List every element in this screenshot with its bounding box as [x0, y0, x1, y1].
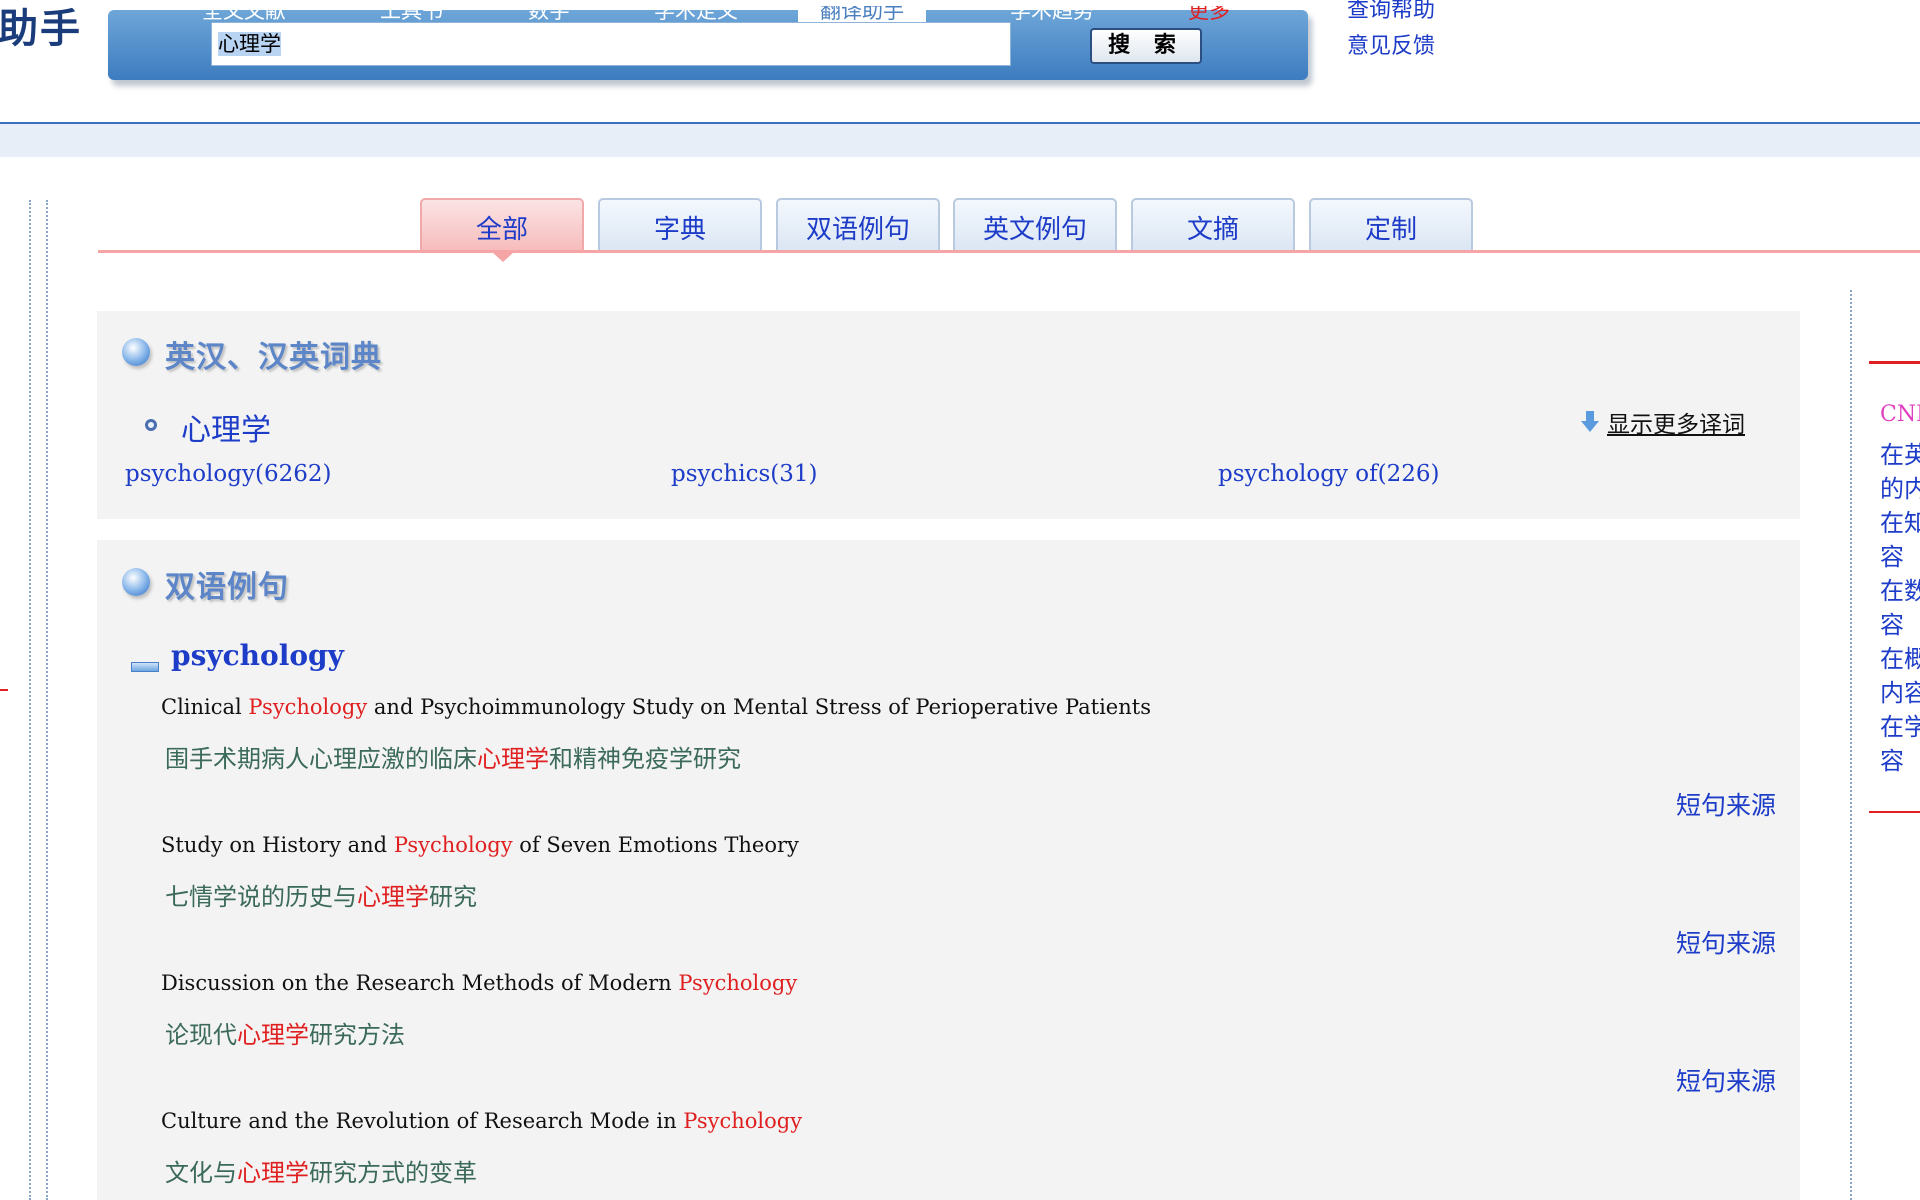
example-chinese: 文化与心理学研究方式的变革	[165, 1159, 477, 1187]
sidebar-link[interactable]: 容	[1880, 744, 1920, 778]
example-chinese: 七情学说的历史与心理学研究	[165, 883, 477, 911]
translation-link[interactable]: psychology(6262)	[125, 461, 331, 487]
sidebar-link[interactable]: 在学	[1880, 710, 1920, 744]
help-link[interactable]: 查询帮助	[1347, 0, 1435, 24]
sidebar-red-rule	[1869, 811, 1920, 813]
example-chinese: 论现代心理学研究方法	[165, 1021, 405, 1049]
term-bullet-icon	[145, 419, 157, 431]
tab-underline	[98, 250, 1920, 253]
sidebar-link[interactable]: 的内	[1880, 472, 1920, 506]
tab-bilingual[interactable]: 双语例句	[776, 198, 940, 250]
active-tab-pointer	[492, 252, 514, 262]
sidebar-link[interactable]: 在英	[1880, 438, 1920, 472]
left-dotted-rule	[29, 200, 31, 1200]
example-english: Culture and the Revolution of Research M…	[161, 1109, 803, 1133]
dictionary-section: 英汉、汉英词典 心理学 显示更多译词 psychology(6262) psyc…	[97, 311, 1800, 519]
dictionary-section-title: 英汉、汉英词典	[165, 340, 382, 375]
sidebar-link[interactable]: 在知	[1880, 506, 1920, 540]
tab-english-examples[interactable]: 英文例句	[953, 198, 1117, 250]
tab-all[interactable]: 全部	[420, 198, 584, 250]
search-button[interactable]: 搜 索	[1090, 28, 1202, 64]
top-tab-fulltext[interactable]: 全文文献	[202, 6, 286, 22]
header-band	[0, 124, 1920, 157]
dictionary-term[interactable]: 心理学	[181, 405, 271, 449]
top-tab-numbers[interactable]: 数字	[528, 6, 570, 22]
top-tab-reference[interactable]: 工具书	[380, 6, 443, 22]
bilingual-section-title: 双语例句	[165, 570, 289, 605]
sidebar-link[interactable]: 容	[1880, 540, 1920, 574]
section-globe-icon	[122, 338, 150, 366]
site-logo: 助手	[0, 5, 82, 52]
sentence-source-link[interactable]: 短句来源	[1676, 924, 1776, 960]
sidebar-title: CNKI	[1880, 402, 1920, 427]
example-english: Study on History and Psychology of Seven…	[161, 833, 799, 857]
tab-dictionary[interactable]: 字典	[598, 198, 762, 250]
left-red-mark	[0, 689, 8, 691]
keyword-heading[interactable]: psychology	[171, 639, 344, 672]
section-globe-icon	[122, 568, 150, 596]
sidebar-link[interactable]: 在概	[1880, 642, 1920, 676]
sentence-source-link[interactable]: 短句来源	[1676, 786, 1776, 822]
translation-link[interactable]: psychology of(226)	[1218, 461, 1440, 487]
top-tab-more[interactable]: 更多	[1188, 6, 1230, 22]
sidebar-link[interactable]: 容	[1880, 608, 1920, 642]
search-input[interactable]: 心理学	[211, 22, 1011, 66]
sidebar-link[interactable]: 在数	[1880, 574, 1920, 608]
arrow-down-icon	[1581, 411, 1599, 433]
example-english: Discussion on the Research Methods of Mo…	[161, 971, 798, 995]
bilingual-section: 双语例句 psychology Clinical Psychology and …	[97, 540, 1800, 1200]
example-chinese: 围手术期病人心理应激的临床心理学和精神免疫学研究	[165, 745, 741, 773]
show-more-translations-link[interactable]: 显示更多译词	[1607, 405, 1745, 439]
top-tab-translation[interactable]: 翻译助手	[798, 6, 926, 22]
tab-abstracts[interactable]: 文摘	[1131, 198, 1295, 250]
tab-custom[interactable]: 定制	[1309, 198, 1473, 250]
sentence-source-link[interactable]: 短句来源	[1676, 1062, 1776, 1098]
top-tab-definitions[interactable]: 学术定义	[654, 6, 738, 22]
collapse-icon[interactable]	[131, 662, 159, 672]
translation-link[interactable]: psychics(31)	[671, 461, 817, 487]
left-dotted-rule	[46, 200, 48, 1200]
sidebar-red-rule	[1869, 361, 1920, 364]
feedback-link[interactable]: 意见反馈	[1347, 28, 1435, 60]
example-english: Clinical Psychology and Psychoimmunology…	[161, 695, 1151, 719]
top-tab-trends[interactable]: 学术趋势	[1010, 6, 1094, 22]
search-panel: 全文文献 工具书 数字 学术定义 翻译助手 学术趋势 更多 心理学 搜 索	[108, 6, 1308, 80]
sidebar-link[interactable]: 内容	[1880, 676, 1920, 710]
right-dotted-rule	[1850, 290, 1852, 1200]
